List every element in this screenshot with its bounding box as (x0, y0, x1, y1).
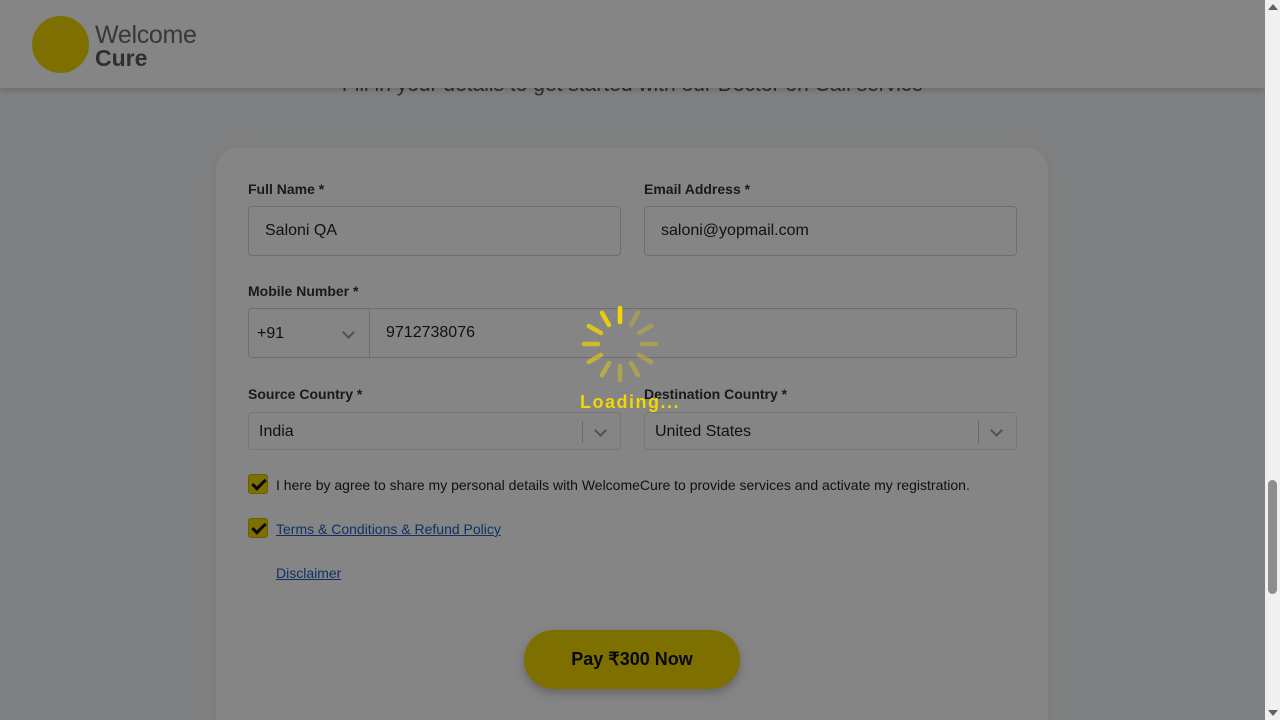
vertical-scrollbar[interactable] (1265, 0, 1280, 720)
spinner-segment (586, 352, 604, 365)
spinner-segment (586, 323, 604, 336)
spinner-segment (636, 352, 654, 365)
spinner-segment (636, 323, 654, 336)
spinner-segment (599, 310, 612, 328)
scroll-up-arrow-icon[interactable] (1268, 4, 1278, 10)
spinner-segment (599, 360, 612, 378)
spinner-segment (628, 360, 641, 378)
page: Welcome Cure Fill in your details to get… (0, 0, 1265, 720)
spinner-segment (628, 310, 641, 328)
loading-text: Loading... (580, 392, 680, 412)
scroll-down-arrow-icon[interactable] (1268, 710, 1278, 716)
scrollbar-thumb[interactable] (1268, 480, 1277, 594)
loading-spinner-icon (581, 305, 659, 383)
